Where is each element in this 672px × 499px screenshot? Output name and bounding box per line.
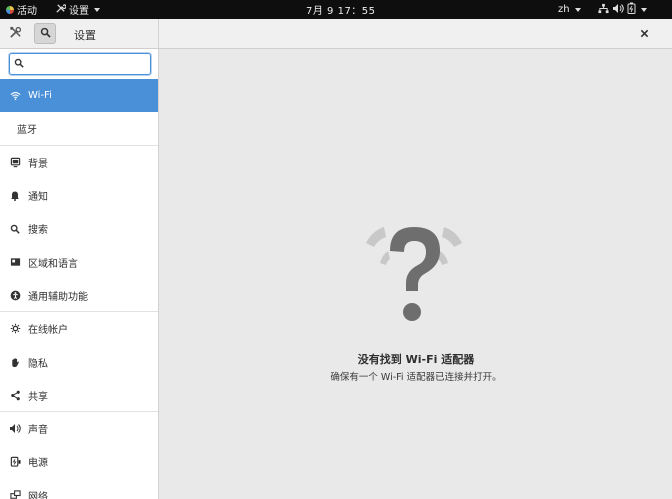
app-menu[interactable]: 设置 (55, 0, 100, 19)
sidebar-item-power[interactable]: 电源 (0, 445, 158, 478)
input-method-label: zh (558, 4, 570, 15)
search-icon (9, 223, 21, 235)
sidebar-item-accessibility[interactable]: 通用辅助功能 (0, 279, 158, 313)
input-method-menu[interactable]: zh (558, 0, 581, 19)
share-icon (9, 389, 21, 401)
tools-icon (9, 26, 22, 42)
sidebar-item-label: 网络 (28, 491, 48, 499)
sidebar-item-label: Wi-Fi (28, 90, 52, 102)
tools-icon (55, 3, 67, 17)
hand-icon (9, 356, 21, 368)
wifi-icon (9, 90, 21, 102)
volume-icon (612, 3, 624, 17)
system-status-menu[interactable] (598, 0, 647, 19)
power-icon (9, 456, 21, 468)
sidebar-item-sound[interactable]: 声音 (0, 412, 158, 445)
activities-button[interactable]: 活动 (6, 0, 37, 19)
search-field[interactable] (9, 53, 151, 75)
sidebar-item-label: 通知 (28, 192, 48, 204)
search-icon (14, 58, 24, 71)
sidebar-item-privacy[interactable]: 隐私 (0, 345, 158, 378)
top-bar: 活动 设置 7月 9 17：55 zh (0, 0, 672, 19)
empty-state-title: 没有找到 Wi-Fi 适配器 (357, 353, 475, 366)
online-accounts-icon (9, 323, 21, 335)
sidebar-item-network[interactable]: 网络 (0, 479, 158, 499)
sidebar-item-label: 隐私 (28, 358, 48, 370)
close-icon (640, 27, 649, 41)
sidebar-item-notifications[interactable]: 通知 (0, 179, 158, 212)
sidebar-title: 设置 (74, 29, 96, 42)
search-toggle-button[interactable] (34, 23, 56, 44)
sidebar-item-label: 共享 (28, 391, 48, 403)
sidebar-item-bluetooth[interactable]: 蓝牙 (0, 112, 158, 146)
network-wired-icon (598, 3, 609, 17)
chevron-down-icon (94, 7, 100, 12)
battery-icon (627, 2, 636, 17)
tools-button[interactable] (5, 24, 25, 44)
no-wifi-question-icon (360, 219, 468, 329)
flag-icon (9, 256, 21, 268)
activities-icon (6, 5, 14, 14)
sidebar-item-region-language[interactable]: 区域和语言 (0, 245, 158, 278)
speaker-icon (9, 423, 21, 435)
sidebar: Wi-Fi 蓝牙 背景 通知 搜索 区域和语言 通用辅助功能 在线帐户 隐私 共… (0, 49, 159, 499)
bell-icon (9, 190, 21, 202)
close-button[interactable] (635, 25, 653, 43)
accessibility-icon (9, 289, 21, 301)
sidebar-item-label: 声音 (28, 425, 48, 437)
search-icon (40, 27, 51, 41)
chevron-down-icon (574, 7, 581, 12)
sidebar-item-wifi[interactable]: Wi-Fi (0, 79, 158, 113)
sidebar-item-label: 搜索 (28, 225, 48, 237)
clock[interactable]: 7月 9 17：55 (306, 0, 376, 19)
settings-nav: Wi-Fi 蓝牙 背景 通知 搜索 区域和语言 通用辅助功能 在线帐户 隐私 共… (0, 79, 158, 499)
background-icon (9, 156, 21, 168)
chevron-down-icon (641, 7, 647, 12)
main-panel: 没有找到 Wi-Fi 适配器 确保有一个 Wi-Fi 适配器已连接并打开。 (160, 49, 672, 499)
search-input[interactable] (28, 58, 146, 70)
app-menu-label: 设置 (69, 6, 89, 17)
activities-label: 活动 (17, 6, 37, 17)
empty-state-subtitle: 确保有一个 Wi-Fi 适配器已连接并打开。 (330, 372, 502, 383)
sidebar-item-online-accounts[interactable]: 在线帐户 (0, 312, 158, 345)
sidebar-item-label: 背景 (28, 158, 48, 170)
sidebar-item-background[interactable]: 背景 (0, 146, 158, 179)
sidebar-item-label: 在线帐户 (28, 325, 68, 337)
sidebar-item-search[interactable]: 搜索 (0, 212, 158, 245)
sidebar-item-label: 区域和语言 (28, 258, 78, 270)
sidebar-item-label: 蓝牙 (17, 125, 37, 137)
sidebar-item-label: 电源 (28, 458, 48, 470)
header-left-pane: 设置 (0, 19, 159, 48)
network-icon (9, 489, 21, 499)
sidebar-item-label: 通用辅助功能 (28, 291, 88, 303)
header-bar: 设置 (0, 19, 672, 49)
sidebar-item-sharing[interactable]: 共享 (0, 379, 158, 413)
